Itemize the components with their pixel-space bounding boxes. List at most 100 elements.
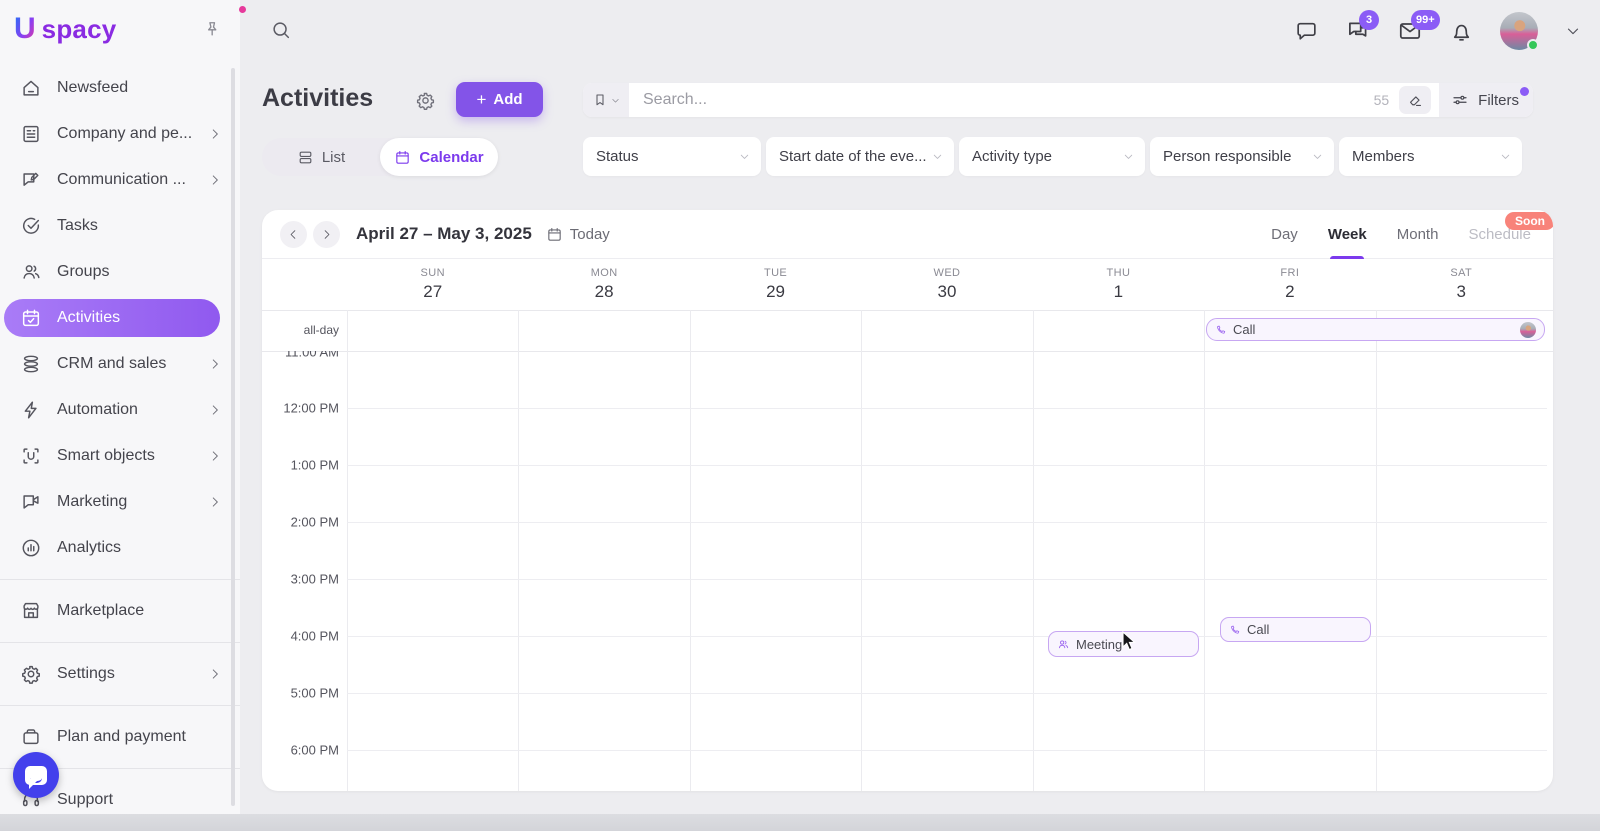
filter-activity-type[interactable]: Activity type (959, 137, 1145, 176)
filters-button-label: Filters (1478, 92, 1519, 109)
app-window: U spacy Newsfeed Company and pe... Commu… (0, 0, 1600, 831)
chevron-right-icon (208, 403, 222, 417)
comment-icon[interactable] (1294, 19, 1319, 44)
search-input[interactable] (629, 83, 1374, 117)
automation-bolt-icon (20, 399, 42, 421)
chevron-down-icon (738, 150, 751, 163)
add-button[interactable]: + Add (456, 82, 543, 117)
view-mode-toggle: List Calendar (262, 138, 498, 176)
sidebar-item-label: Plan and payment (57, 728, 186, 746)
filter-start-date[interactable]: Start date of the eve... (766, 137, 954, 176)
day-header-thu[interactable]: THU1 (1033, 259, 1204, 310)
bell-icon[interactable] (1449, 19, 1474, 44)
logo-dot (239, 6, 246, 13)
mail-badge: 99+ (1411, 10, 1440, 30)
soon-badge: Soon (1505, 212, 1553, 230)
event-avatar (1520, 322, 1536, 338)
logo[interactable]: U spacy (0, 0, 240, 58)
add-button-label: Add (493, 91, 522, 108)
day-header-tue[interactable]: TUE29 (690, 259, 861, 310)
sidebar-item-marketplace[interactable]: Marketplace (0, 588, 240, 634)
time-label: 6:00 PM (262, 743, 339, 758)
filters-button[interactable]: Filters (1439, 83, 1533, 117)
day-header-fri[interactable]: FRI2 (1204, 259, 1375, 310)
calendar-icon (546, 226, 563, 243)
sidebar-item-activities[interactable]: Activities (4, 299, 220, 337)
topbar-icons: 3 99+ (1294, 12, 1582, 50)
groups-icon (20, 261, 42, 283)
filter-status[interactable]: Status (583, 137, 761, 176)
sliders-icon (1451, 91, 1469, 109)
filter-row: Status Start date of the eve... Activity… (583, 137, 1522, 176)
sidebar-item-label: Activities (57, 309, 120, 327)
day-header-mon[interactable]: MON28 (518, 259, 689, 310)
pin-icon[interactable] (202, 19, 222, 39)
sidebar-item-company[interactable]: Company and pe... (0, 111, 240, 157)
sidebar-item-label: Communication ... (57, 171, 186, 189)
sidebar-item-tasks[interactable]: Tasks (0, 203, 240, 249)
filter-members[interactable]: Members (1339, 137, 1522, 176)
time-label-clipped: 11:00 AM (262, 351, 339, 360)
sidebar-item-automation[interactable]: Automation (0, 387, 240, 433)
day-header-sat[interactable]: SAT3 (1376, 259, 1547, 310)
event-allday-call[interactable]: Call (1206, 318, 1545, 341)
tab-month[interactable]: Month (1397, 210, 1439, 259)
clear-search-button[interactable] (1399, 86, 1431, 114)
tab-day[interactable]: Day (1271, 210, 1298, 259)
settings-gear-icon[interactable] (415, 90, 436, 111)
sidebar-item-analytics[interactable]: Analytics (0, 525, 240, 571)
event-meeting[interactable]: Meeting (1048, 631, 1199, 657)
time-label: 2:00 PM (262, 515, 339, 530)
sidebar-item-groups[interactable]: Groups (0, 249, 240, 295)
sidebar-item-newsfeed[interactable]: Newsfeed (0, 65, 240, 111)
sidebar-scrollbar[interactable] (231, 68, 235, 806)
avatar[interactable] (1500, 12, 1538, 50)
gear-icon (20, 663, 42, 685)
crm-coins-icon (20, 353, 42, 375)
tab-calendar-view[interactable]: Calendar (380, 138, 498, 176)
sidebar-menu: Newsfeed Company and pe... Communication… (0, 58, 240, 823)
sidebar-item-smart-objects[interactable]: Smart objects (0, 433, 240, 479)
calendar-body[interactable]: 11:00 AM 12:00 PM 1:00 PM 2:00 PM 3:00 P… (262, 351, 1553, 791)
prev-week-button[interactable] (280, 221, 307, 248)
event-timed-call[interactable]: Call (1220, 617, 1371, 642)
hour-line (347, 579, 1547, 580)
mail-icon[interactable]: 99+ (1397, 18, 1423, 44)
search-icon[interactable] (270, 19, 292, 41)
tab-list-view[interactable]: List (262, 138, 380, 176)
sidebar-item-marketing[interactable]: Marketing (0, 479, 240, 525)
saved-filters-button[interactable] (583, 83, 629, 117)
next-week-button[interactable] (313, 221, 340, 248)
filter-label: Members (1352, 148, 1415, 165)
filter-label: Start date of the eve... (779, 148, 927, 165)
hour-line (347, 693, 1547, 694)
logo-text: spacy (42, 14, 117, 45)
tab-calendar-label: Calendar (419, 149, 483, 166)
time-label: 3:00 PM (262, 572, 339, 587)
divider (0, 642, 240, 643)
sidebar-item-label: Tasks (57, 217, 98, 235)
phone-icon (1229, 624, 1241, 636)
chevron-down-icon (1499, 150, 1512, 163)
messenger-icon[interactable]: 3 (1345, 18, 1371, 44)
hour-line (347, 750, 1547, 751)
sidebar-item-communication[interactable]: Communication ... (0, 157, 240, 203)
logo-u-mark: U (14, 12, 35, 46)
tab-week[interactable]: Week (1328, 210, 1367, 259)
support-chat-widget[interactable] (13, 752, 59, 798)
allday-label: all-day (262, 310, 339, 351)
sidebar-item-crm[interactable]: CRM and sales (0, 341, 240, 387)
calendar-card: April 27 – May 3, 2025 Today Day Week Mo… (262, 210, 1553, 791)
day-header-sun[interactable]: SUN27 (347, 259, 518, 310)
day-header-wed[interactable]: WED30 (861, 259, 1032, 310)
chevron-down-icon (1311, 150, 1324, 163)
sidebar-item-label: Newsfeed (57, 79, 128, 97)
grid-border (262, 310, 1553, 311)
messenger-badge: 3 (1359, 10, 1379, 30)
chevron-down-icon[interactable] (1564, 22, 1582, 40)
sidebar-item-label: Company and pe... (57, 125, 192, 143)
filters-active-dot (1520, 87, 1529, 96)
sidebar-item-settings[interactable]: Settings (0, 651, 240, 697)
today-button[interactable]: Today (546, 226, 610, 243)
filter-person-responsible[interactable]: Person responsible (1150, 137, 1334, 176)
